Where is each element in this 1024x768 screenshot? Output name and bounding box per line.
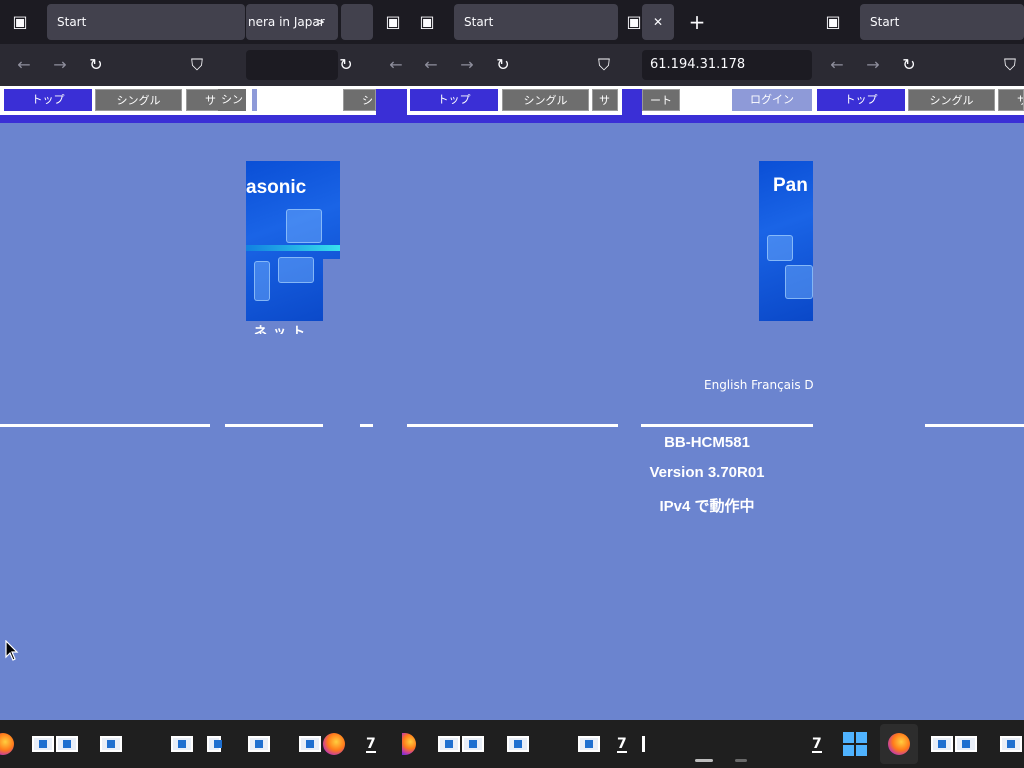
divider xyxy=(360,424,373,427)
menu-top-button[interactable]: トップ xyxy=(410,89,498,111)
arrow-left-icon[interactable]: ← xyxy=(827,55,847,75)
logo-decoration xyxy=(286,209,322,243)
menu-setup-button-tail[interactable]: ート xyxy=(642,89,680,111)
browser-tab-start-2[interactable]: Start xyxy=(454,4,618,40)
tab-list-icon[interactable]: ▣ xyxy=(10,12,30,32)
menu-single-button[interactable]: シングル xyxy=(502,89,589,111)
menu-band xyxy=(0,115,1024,123)
explorer-window-icon[interactable] xyxy=(578,736,600,752)
seven-zip-icon[interactable]: 7 xyxy=(617,737,627,753)
tab-list-icon[interactable]: ▣ xyxy=(626,12,642,32)
ipv4-status: IPv4 で動作中 xyxy=(659,498,755,515)
language-links[interactable]: English Français D xyxy=(704,378,814,392)
close-tab-button[interactable]: ✕ xyxy=(642,4,674,40)
menu-fragment-button[interactable]: シ xyxy=(343,89,376,111)
arrow-right-icon[interactable]: → xyxy=(457,55,477,75)
mouse-cursor-icon xyxy=(5,640,19,661)
reload-icon[interactable]: ↻ xyxy=(493,55,513,75)
address-bar-fragment[interactable] xyxy=(246,50,338,80)
explorer-window-icon[interactable] xyxy=(248,736,270,752)
firefox-icon[interactable] xyxy=(888,733,910,755)
menu-setup-button[interactable]: サ xyxy=(998,89,1024,111)
panasonic-logo-image: asonic xyxy=(246,161,340,321)
divider xyxy=(925,424,1024,427)
logo-light-streak xyxy=(246,245,340,251)
firefox-icon[interactable] xyxy=(323,733,345,755)
tab-list-icon[interactable]: ▣ xyxy=(417,12,437,32)
explorer-window-icon[interactable] xyxy=(507,736,529,752)
logo-cut xyxy=(323,259,340,321)
arrow-right-icon[interactable]: → xyxy=(863,55,883,75)
menu-fragment xyxy=(622,89,642,115)
new-tab-button[interactable]: + xyxy=(687,12,707,32)
reload-icon[interactable]: ↻ xyxy=(899,55,919,75)
browser-tab-fragment[interactable] xyxy=(341,4,373,40)
menu-login-button[interactable]: ログイン xyxy=(732,89,812,111)
taskbar-fragment xyxy=(642,736,645,752)
explorer-window-icon[interactable] xyxy=(438,736,460,752)
menu-fragment xyxy=(252,89,257,111)
logo-text: asonic xyxy=(246,177,307,198)
seven-zip-icon[interactable]: 7 xyxy=(812,737,822,753)
shield-icon[interactable]: ⛉ xyxy=(187,55,207,75)
close-icon: ✕ xyxy=(652,15,664,29)
menu-top-button[interactable]: トップ xyxy=(817,89,905,111)
explorer-window-icon[interactable] xyxy=(32,736,54,752)
arrow-right-icon[interactable]: → xyxy=(50,55,70,75)
shield-icon[interactable]: ⛉ xyxy=(1000,55,1020,75)
explorer-window-icon[interactable] xyxy=(56,736,78,752)
divider xyxy=(641,424,813,427)
address-bar[interactable]: 61.194.31.178 xyxy=(642,50,812,80)
explorer-window-icon[interactable] xyxy=(462,736,484,752)
reload-icon[interactable]: ↻ xyxy=(336,55,356,75)
explorer-window-icon[interactable] xyxy=(299,736,321,752)
windows-start-icon[interactable] xyxy=(843,732,867,756)
logo-text: Pan xyxy=(773,175,808,196)
network-camera-label: ネット xyxy=(254,325,312,334)
browser-tab-start-1[interactable]: Start xyxy=(47,4,245,40)
explorer-window-icon[interactable] xyxy=(931,736,953,752)
chevron-right-icon: > xyxy=(314,15,326,29)
logo-decoration xyxy=(767,235,793,261)
menu-single-button-partial[interactable]: シン xyxy=(218,89,246,111)
menu-setup-button[interactable]: サ xyxy=(592,89,618,111)
arrow-left-icon[interactable]: ← xyxy=(14,55,34,75)
logo-decoration xyxy=(254,261,270,301)
divider xyxy=(407,424,618,427)
explorer-window-icon[interactable] xyxy=(100,736,122,752)
browser-tab-start-3[interactable]: Start xyxy=(860,4,1024,40)
arrow-left-icon[interactable]: ← xyxy=(386,55,406,75)
explorer-window-icon[interactable] xyxy=(171,736,193,752)
menu-fragment xyxy=(376,89,407,115)
menu-single-button[interactable]: シングル xyxy=(95,89,182,111)
divider xyxy=(0,424,210,427)
shield-icon[interactable]: ⛉ xyxy=(594,55,614,75)
menu-single-button[interactable]: シングル xyxy=(908,89,995,111)
tab-list-icon[interactable]: ▣ xyxy=(383,12,403,32)
divider xyxy=(225,424,323,427)
panasonic-logo-image: Pan xyxy=(759,161,813,321)
taskbar-indicator xyxy=(695,759,713,762)
tab-list-icon[interactable]: ▣ xyxy=(823,12,843,32)
reload-icon[interactable]: ↻ xyxy=(86,55,106,75)
logo-decoration xyxy=(785,265,813,299)
arrow-right-icon[interactable]: ← xyxy=(421,55,441,75)
taskbar-indicator xyxy=(735,759,747,762)
menu-top-button[interactable]: トップ xyxy=(4,89,92,111)
explorer-window-icon[interactable] xyxy=(955,736,977,752)
firmware-version: Version 3.70R01 xyxy=(649,464,765,481)
seven-zip-icon[interactable]: 7 xyxy=(366,737,376,753)
explorer-window-icon[interactable] xyxy=(207,736,222,752)
explorer-window-icon[interactable] xyxy=(1000,736,1022,752)
model-name: BB-HCM581 xyxy=(664,434,750,451)
logo-decoration xyxy=(278,257,314,283)
